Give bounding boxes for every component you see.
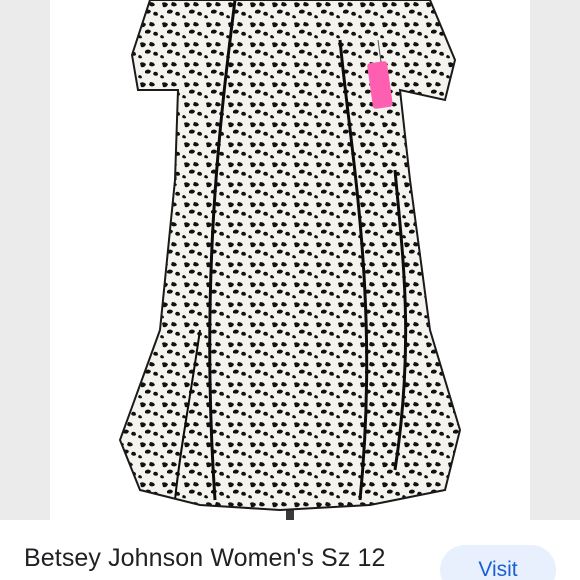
product-title[interactable]: Betsey Johnson Women's Sz 12 [24, 544, 385, 573]
visit-button[interactable]: Visit [440, 545, 556, 580]
product-image[interactable] [50, 0, 530, 520]
dress-illustration [118, 0, 462, 520]
product-info-bar: Betsey Johnson Women's Sz 12 Visit [0, 520, 580, 580]
image-area [0, 0, 580, 520]
image-viewer: Betsey Johnson Women's Sz 12 Visit [0, 0, 580, 580]
